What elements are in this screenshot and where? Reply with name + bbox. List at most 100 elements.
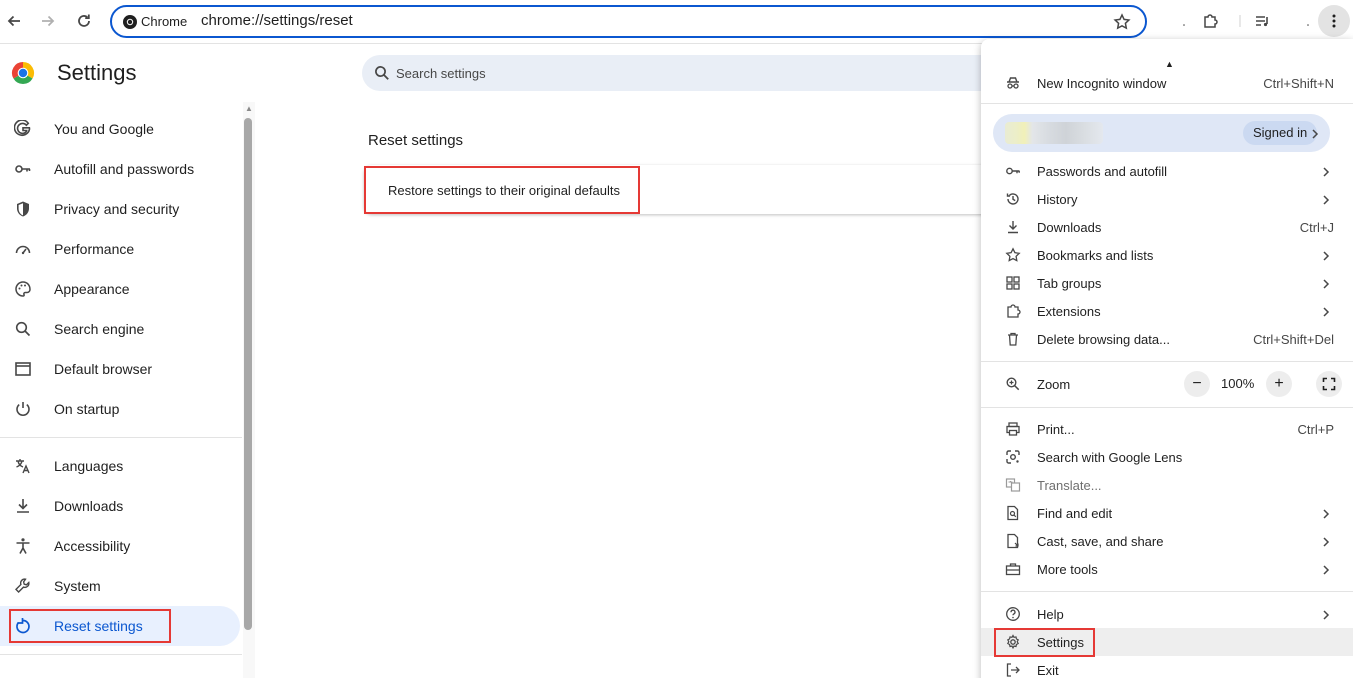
sidebar-item-label: System: [54, 578, 101, 594]
menu-item-label: Passwords and autofill: [1037, 164, 1168, 179]
menu-item-label: Translate...: [1037, 478, 1102, 493]
page-title: Settings: [57, 60, 137, 85]
chevron-right-icon: [1320, 535, 1332, 547]
chevron-right-icon: [1309, 127, 1321, 139]
puzzle-icon: [1204, 14, 1218, 28]
fullscreen-icon: [1322, 377, 1336, 391]
sidebar-item-system[interactable]: System: [0, 566, 240, 606]
gear-icon: [1005, 634, 1021, 650]
sidebar-item-label: Performance: [54, 241, 135, 257]
zoom-out-button[interactable]: −: [1184, 371, 1210, 397]
chevron-right-icon: [1320, 608, 1332, 620]
translate-icon: [14, 457, 32, 475]
sidebar-item-languages[interactable]: Languages: [0, 446, 240, 486]
menu-item-settings[interactable]: Settings: [981, 628, 1353, 656]
menu-item-extensions[interactable]: Extensions: [981, 297, 1353, 325]
sidebar-divider: [0, 654, 242, 655]
search-settings-field[interactable]: Search settings: [362, 55, 1002, 91]
sidebar-item-reset-settings[interactable]: Reset settings: [0, 606, 240, 646]
menu-separator: [981, 591, 1353, 592]
menu-item-delete-browsing-data[interactable]: Delete browsing data... Ctrl+Shift+Del: [981, 325, 1353, 353]
chevron-right-icon: [1320, 249, 1332, 261]
menu-item-more-tools[interactable]: More tools: [981, 555, 1353, 583]
translate-icon: [1005, 477, 1021, 493]
help-icon: [1005, 606, 1021, 622]
lens-icon: [1005, 449, 1021, 465]
back-button[interactable]: [0, 7, 28, 35]
sidebar-item-appearance[interactable]: Appearance: [0, 269, 240, 309]
menu-item-print[interactable]: Print... Ctrl+P: [981, 415, 1353, 443]
search-placeholder[interactable]: Search settings: [396, 66, 486, 81]
menu-item-label: Bookmarks and lists: [1037, 248, 1154, 263]
menu-item-exit[interactable]: Exit: [981, 656, 1353, 678]
sidebar-item-downloads[interactable]: Downloads: [0, 486, 240, 526]
menu-item-help[interactable]: Help: [981, 600, 1353, 628]
menu-item-label: Settings: [1037, 635, 1084, 650]
sidebar-scroll-thumb[interactable]: [244, 118, 252, 630]
reload-icon: [78, 14, 90, 27]
back-arrow-icon: [7, 15, 20, 27]
restore-defaults-label[interactable]: Restore settings to their original defau…: [388, 183, 620, 198]
sidebar-item-label: Search engine: [54, 321, 145, 337]
menu-separator: [981, 103, 1353, 104]
download-icon: [1005, 219, 1021, 235]
sidebar-item-label: Downloads: [54, 498, 124, 514]
menu-item-tab-groups[interactable]: Tab groups: [981, 269, 1353, 297]
menu-item-find-and-edit[interactable]: Find and edit: [981, 499, 1353, 527]
puzzle-icon: [1005, 303, 1021, 319]
menu-item-passwords[interactable]: Passwords and autofill: [981, 157, 1353, 185]
menu-item-history[interactable]: History: [981, 185, 1353, 213]
app-menu-button[interactable]: [1318, 5, 1350, 37]
sidebar-item-performance[interactable]: Performance: [0, 229, 240, 269]
sidebar-item-accessibility[interactable]: Accessibility: [0, 526, 240, 566]
download-icon: [14, 497, 32, 515]
zoom-icon: [1005, 376, 1021, 392]
forward-button[interactable]: [34, 7, 62, 35]
site-chip-label[interactable]: Chrome: [141, 14, 187, 29]
menu-item-cast-save-share[interactable]: Cast, save, and share: [981, 527, 1353, 555]
url-text[interactable]: chrome://settings/reset: [201, 12, 353, 29]
media-controls-button[interactable]: [1248, 7, 1276, 35]
sidebar-item-privacy[interactable]: Privacy and security: [0, 189, 240, 229]
profile-row[interactable]: Signed in: [993, 114, 1330, 152]
chevron-right-icon: [1320, 563, 1332, 575]
forward-arrow-icon: [42, 15, 55, 27]
sidebar-item-you-and-google[interactable]: You and Google: [0, 109, 240, 149]
menu-item-label: Extensions: [1037, 304, 1101, 319]
scroll-up-arrow-icon[interactable]: ▲: [243, 104, 255, 113]
address-bar[interactable]: Chrome chrome://settings/reset: [110, 5, 1147, 38]
search-icon: [374, 65, 390, 81]
bookmark-star-icon[interactable]: [1113, 13, 1131, 31]
sidebar-item-label: Appearance: [54, 281, 130, 297]
menu-item-new-incognito[interactable]: New Incognito window Ctrl+Shift+N: [981, 69, 1353, 97]
sidebar-divider: [0, 437, 242, 438]
restore-defaults-card[interactable]: Restore settings to their original defau…: [364, 165, 1004, 214]
playlist-music-icon: [1256, 16, 1268, 27]
chevron-right-icon: [1320, 277, 1332, 289]
menu-item-label: Print...: [1037, 422, 1075, 437]
sidebar-item-default-browser[interactable]: Default browser: [0, 349, 240, 389]
sidebar-item-on-startup[interactable]: On startup: [0, 389, 240, 429]
signed-in-chip[interactable]: Signed in: [1243, 121, 1318, 145]
menu-item-label: More tools: [1037, 562, 1098, 577]
sidebar-item-label: On startup: [54, 401, 120, 417]
menu-item-label: Tab groups: [1037, 276, 1102, 291]
menu-item-bookmarks[interactable]: Bookmarks and lists: [981, 241, 1353, 269]
sidebar-item-search-engine[interactable]: Search engine: [0, 309, 240, 349]
menu-separator: [981, 407, 1353, 408]
accessibility-icon: [14, 537, 32, 555]
sidebar-item-autofill[interactable]: Autofill and passwords: [0, 149, 240, 189]
menu-item-google-lens[interactable]: Search with Google Lens: [981, 443, 1353, 471]
print-icon: [1005, 421, 1021, 437]
menu-shortcut: Ctrl+Shift+Del: [1253, 332, 1334, 347]
reload-button[interactable]: [70, 7, 98, 35]
extensions-button[interactable]: [1196, 7, 1224, 35]
cast-icon: [1005, 533, 1021, 549]
fullscreen-button[interactable]: [1316, 371, 1342, 397]
browser-toolbar: Chrome chrome://settings/reset: [0, 0, 1353, 44]
menu-item-downloads[interactable]: Downloads Ctrl+J: [981, 213, 1353, 241]
power-icon: [14, 400, 32, 418]
zoom-in-button[interactable]: +: [1266, 371, 1292, 397]
menu-item-translate: Translate...: [981, 471, 1353, 499]
trash-icon: [1005, 331, 1021, 347]
